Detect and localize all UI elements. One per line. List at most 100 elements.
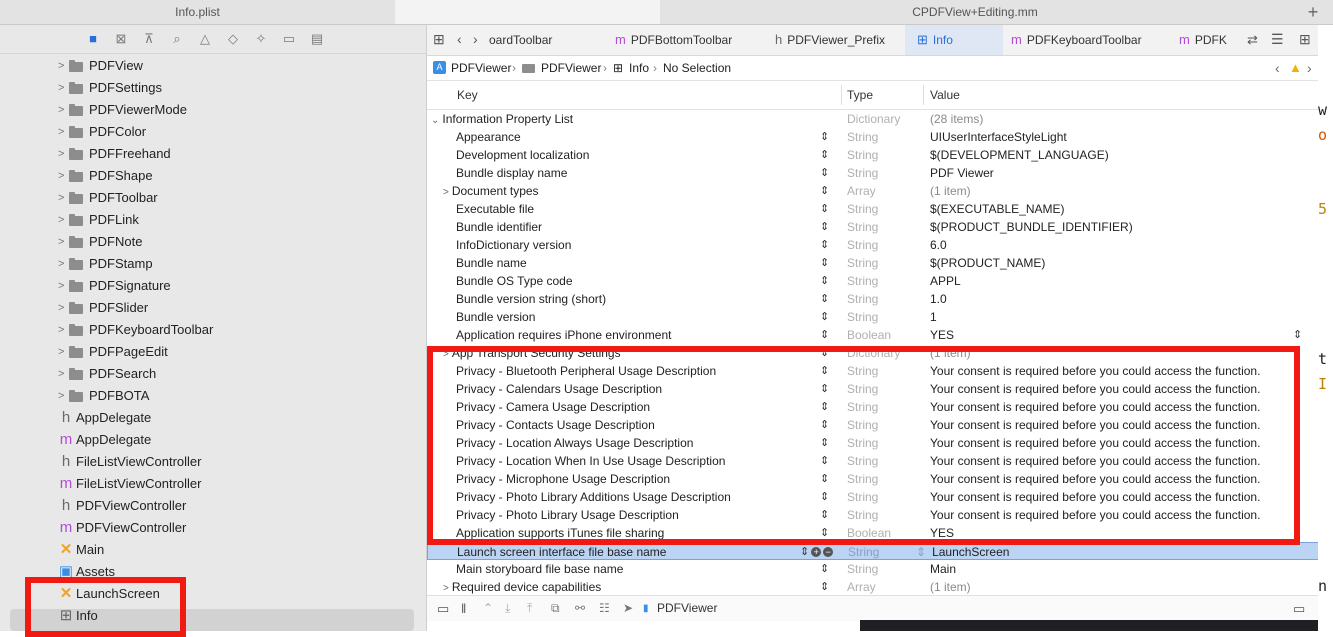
symbol-icon[interactable]: ⊼ <box>140 30 158 48</box>
breakpoint-icon[interactable]: ▭ <box>280 30 298 48</box>
jump-group[interactable]: PDFViewer <box>541 56 601 80</box>
type-stepper-icon[interactable]: ⇕ <box>820 290 829 308</box>
chevron-right-icon[interactable]: > <box>58 341 64 363</box>
navigator-file[interactable]: m PDFViewController <box>0 517 426 539</box>
plist-row[interactable]: InfoDictionary version ⇕ String 6.0 <box>427 236 1333 254</box>
folder-icon[interactable]: ■ <box>84 30 102 48</box>
navigator-file[interactable]: ✕ Main <box>0 539 426 561</box>
plist-row[interactable]: > Required device capabilities ⇕ Array (1 it… <box>427 578 1333 596</box>
chevron-left-icon[interactable]: ‹ <box>457 31 462 47</box>
value-stepper-icon[interactable]: ⇕ <box>1293 524 1302 542</box>
plist-row[interactable]: Privacy - Location Always Usage Descript… <box>427 434 1333 452</box>
jump-project[interactable]: PDFViewer <box>451 56 511 80</box>
editor-options-icon[interactable]: ☰ <box>1271 31 1284 48</box>
chevron-right-icon[interactable]: > <box>58 209 64 231</box>
column-key[interactable]: Key <box>457 81 478 109</box>
navigator-file[interactable]: h AppDelegate <box>0 407 426 429</box>
chevron-right-icon[interactable]: > <box>58 77 64 99</box>
plist-row[interactable]: > Document types ⇕ Array (1 item) <box>427 182 1333 200</box>
chevron-right-icon[interactable]: > <box>58 363 64 385</box>
navigator-folder[interactable]: > PDFPageEdit <box>0 341 426 363</box>
tab-pdfkeyboardtoolbar[interactable]: m PDFKeyboardToolbar <box>1003 25 1171 55</box>
chevron-right-icon[interactable]: > <box>58 297 64 319</box>
type-stepper-icon[interactable]: ⇕ <box>820 506 829 524</box>
plist-row[interactable]: Bundle OS Type code ⇕ String APPL <box>427 272 1333 290</box>
column-type[interactable]: Type <box>847 81 873 109</box>
type-stepper-icon[interactable]: ⇕ <box>820 128 829 146</box>
plist-row[interactable]: Bundle name ⇕ String $(PRODUCT_NAME) <box>427 254 1333 272</box>
pause-icon[interactable]: ‖ <box>461 596 466 621</box>
navigator-folder[interactable]: > PDFSettings <box>0 77 426 99</box>
chevron-right-icon[interactable]: › <box>473 31 478 47</box>
chevron-right-icon[interactable]: > <box>58 55 64 77</box>
type-stepper-icon[interactable]: ⇕ <box>820 560 829 578</box>
navigator-folder[interactable]: > PDFStamp <box>0 253 426 275</box>
type-stepper-icon[interactable]: ⇕ <box>820 380 829 398</box>
navigator-folder[interactable]: > PDFSlider <box>0 297 426 319</box>
type-stepper-icon[interactable]: ⇕ <box>820 578 829 596</box>
remove-row-icon[interactable]: − <box>823 547 834 558</box>
navigator-folder[interactable]: > PDFColor <box>0 121 426 143</box>
type-stepper-icon[interactable]: ⇕ <box>820 524 829 542</box>
type-stepper-icon[interactable]: ⇕ <box>820 236 829 254</box>
plist-row[interactable]: Privacy - Calendars Usage Description ⇕ St… <box>427 380 1333 398</box>
chevron-right-icon[interactable]: > <box>58 99 64 121</box>
plist-row[interactable]: Privacy - Bluetooth Peripheral Usage Des… <box>427 362 1333 380</box>
navigator-folder[interactable]: > PDFBOTA <box>0 385 426 407</box>
plist-row[interactable]: Bundle version string (short) ⇕ String 1.0 <box>427 290 1333 308</box>
tab-pdfk-partial[interactable]: m PDFK <box>1171 25 1241 55</box>
plist-row[interactable]: Bundle display name ⇕ String PDF Viewer <box>427 164 1333 182</box>
navigator-file[interactable]: ▣ Assets <box>0 561 426 583</box>
chevron-down-icon[interactable]: ⌄ <box>431 115 439 126</box>
plist-row[interactable]: > App Transport Security Settings ⇕ Diction… <box>427 344 1333 362</box>
chevron-right-icon[interactable]: > <box>443 187 449 198</box>
plist-row[interactable]: Bundle identifier ⇕ String $(PRODUCT_BUNDLE… <box>427 218 1333 236</box>
step-out-icon[interactable]: ⤒ <box>527 596 532 621</box>
add-editor-icon[interactable]: ⊞ <box>1299 31 1311 48</box>
navigator-folder[interactable]: > PDFNote <box>0 231 426 253</box>
type-stepper-icon[interactable]: ⇕ <box>820 164 829 182</box>
jump-file[interactable]: Info <box>629 56 649 80</box>
chevron-right-icon[interactable]: › <box>1307 56 1312 80</box>
environment-icon[interactable]: ☷ <box>599 596 610 621</box>
navigator-file[interactable]: h FileListViewController <box>0 451 426 473</box>
plist-row[interactable]: Appearance ⇕ String UIUserInterfaceStyleLig… <box>427 128 1333 146</box>
navigator-file[interactable]: m FileListViewController <box>0 473 426 495</box>
plist-row[interactable]: Privacy - Photo Library Additions Usage … <box>427 488 1333 506</box>
navigator-folder[interactable]: > PDFFreehand <box>0 143 426 165</box>
plist-row[interactable]: Executable file ⇕ String $(EXECUTABLE_NAME) <box>427 200 1333 218</box>
chevron-right-icon[interactable]: > <box>443 349 449 360</box>
jump-selection[interactable]: No Selection <box>663 56 731 80</box>
type-stepper-icon[interactable]: ⇕ <box>820 308 829 326</box>
find-icon[interactable]: ⌕ <box>168 30 186 48</box>
console-toggle-icon[interactable]: ▭ <box>437 596 449 621</box>
add-row-icon[interactable]: + <box>811 547 822 558</box>
plist-row[interactable]: Privacy - Contacts Usage Description ⇕ Str… <box>427 416 1333 434</box>
plist-row[interactable]: Bundle version ⇕ String 1 <box>427 308 1333 326</box>
step-over-icon[interactable]: ⌃ <box>483 596 493 621</box>
debug-icon[interactable]: ✧ <box>252 30 270 48</box>
plist-row[interactable]: Application requires iPhone environment ⇕… <box>427 326 1333 344</box>
type-stepper-icon[interactable]: ⇕ <box>820 416 829 434</box>
plist-row[interactable]: Development localization ⇕ String $(DEVELOP… <box>427 146 1333 164</box>
navigator-file[interactable]: ⊞ Info <box>0 605 426 627</box>
chevron-left-icon[interactable]: ‹ <box>1275 56 1280 80</box>
type-stepper-icon[interactable]: ⇕ <box>820 344 829 362</box>
chevron-right-icon[interactable]: > <box>58 253 64 275</box>
step-into-icon[interactable]: ⤓ <box>505 596 510 621</box>
plist-row[interactable]: Application supports iTunes file sharing… <box>427 524 1333 542</box>
navigator-folder[interactable]: > PDFSearch <box>0 363 426 385</box>
location-icon[interactable]: ➤ <box>623 596 633 621</box>
navigator-folder[interactable]: > PDFKeyboardToolbar <box>0 319 426 341</box>
type-stepper-icon[interactable]: ⇕ <box>820 326 829 344</box>
window-tab-info-plist[interactable]: Info.plist <box>0 0 395 24</box>
plist-row[interactable]: Privacy - Photo Library Usage Descriptio… <box>427 506 1333 524</box>
navigator-folder[interactable]: > PDFSignature <box>0 275 426 297</box>
window-tab-cpdfview-editing[interactable]: CPDFView+Editing.mm <box>660 0 1290 24</box>
chevron-right-icon[interactable]: > <box>58 275 64 297</box>
type-stepper-icon[interactable]: ⇕ <box>820 218 829 236</box>
type-stepper-icon[interactable]: ⇕ <box>820 488 829 506</box>
view-hierarchy-icon[interactable]: ⧉ <box>551 596 560 621</box>
navigator-file[interactable]: m AppDelegate <box>0 429 426 451</box>
chevron-right-icon[interactable]: > <box>58 319 64 341</box>
